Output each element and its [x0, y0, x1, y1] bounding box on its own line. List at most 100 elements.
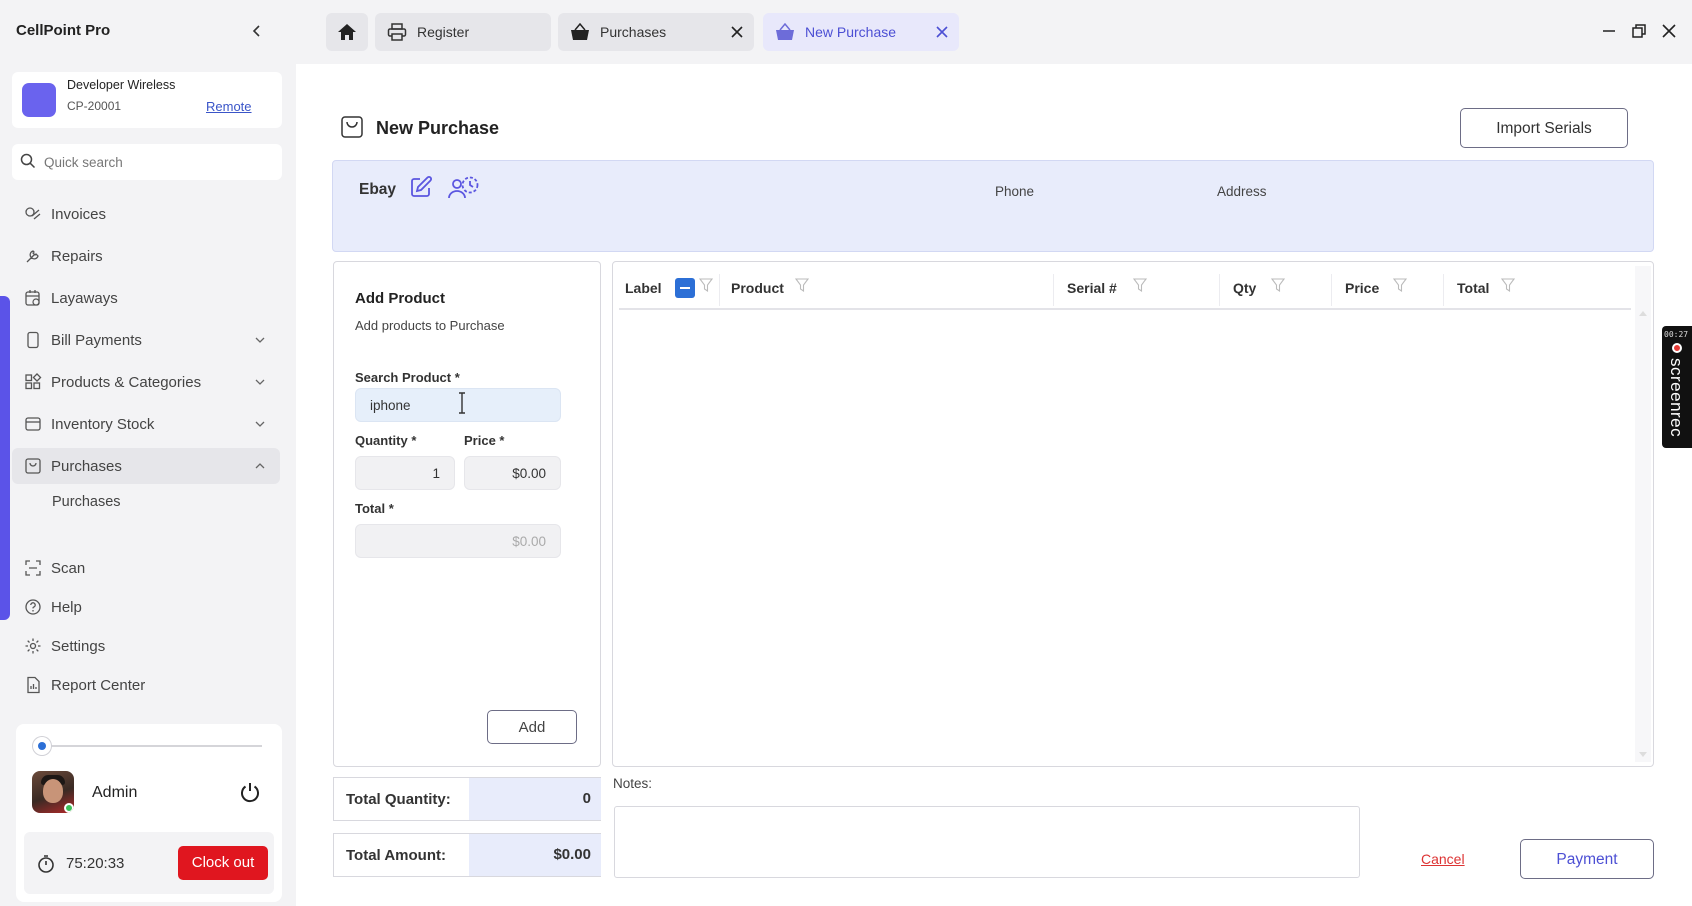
sidebar-item-bill-payments[interactable]: Bill Payments — [12, 322, 280, 358]
clock-row: 75:20:33 Clock out — [24, 832, 274, 894]
search-product-label: Search Product * — [355, 370, 460, 385]
import-serials-button[interactable]: Import Serials — [1460, 108, 1628, 148]
payment-button[interactable]: Payment — [1520, 839, 1654, 879]
invoice-icon — [25, 207, 41, 220]
sidebar-item-inventory-stock[interactable]: Inventory Stock — [12, 406, 280, 442]
slider-track — [42, 745, 262, 747]
bag-icon — [25, 458, 41, 474]
chevron-down-icon — [255, 379, 265, 385]
notes-textarea[interactable] — [614, 806, 1360, 878]
store-card: Developer Wireless CP-20001 Remote — [12, 72, 282, 128]
sidebar-item-report-center[interactable]: Report Center — [12, 667, 280, 703]
close-window-icon[interactable] — [1660, 22, 1678, 40]
select-all-checkbox[interactable] — [675, 278, 695, 298]
close-tab-icon[interactable] — [935, 25, 949, 39]
vendor-name: Ebay — [359, 181, 397, 198]
sidebar-item-label: Bill Payments — [51, 332, 142, 349]
grid-header: Label Product Serial # Qty Price Total — [619, 270, 1631, 310]
sidebar-subitem-purchases[interactable]: Purchases — [52, 494, 121, 510]
edit-icon[interactable] — [409, 175, 433, 199]
sidebar-item-label: Purchases — [51, 458, 122, 475]
basket-icon — [776, 23, 794, 40]
sidebar-item-purchases[interactable]: Purchases — [12, 448, 280, 484]
chevron-down-icon — [255, 337, 265, 343]
slider-knob[interactable] — [33, 737, 51, 755]
power-button[interactable] — [238, 780, 262, 804]
avatar[interactable] — [32, 771, 74, 813]
collapse-sidebar-button[interactable] — [248, 22, 266, 40]
minimize-icon[interactable] — [1600, 22, 1618, 40]
search-input[interactable] — [44, 150, 269, 174]
store-avatar — [22, 83, 56, 117]
column-header-label[interactable]: Label — [625, 280, 662, 296]
column-header-qty[interactable]: Qty — [1233, 280, 1256, 296]
home-tab[interactable] — [326, 13, 368, 51]
sidebar-item-invoices[interactable]: Invoices — [12, 196, 280, 232]
add-product-panel: Add Product Add products to Purchase Sea… — [333, 261, 601, 767]
remote-link[interactable]: Remote — [206, 99, 252, 114]
sidebar: CellPoint Pro Developer Wireless CP-2000… — [0, 0, 296, 906]
user-card: Admin 75:20:33 Clock out — [16, 724, 282, 902]
grid-scrollbar[interactable] — [1635, 266, 1651, 762]
total-quantity-value: 0 — [469, 778, 601, 820]
column-header-product[interactable]: Product — [731, 280, 784, 296]
main-content: New Purchase Import Serials Ebay Phone A… — [296, 64, 1692, 906]
add-button[interactable]: Add — [487, 710, 577, 744]
column-header-price[interactable]: Price — [1345, 280, 1379, 296]
text-cursor-icon — [459, 392, 465, 414]
notes-label: Notes: — [613, 776, 653, 791]
filter-icon[interactable] — [795, 278, 809, 292]
home-icon — [338, 24, 356, 40]
tab-label: Purchases — [600, 24, 667, 40]
scroll-down-icon[interactable] — [1639, 752, 1647, 758]
sidebar-item-scan[interactable]: Scan — [12, 550, 280, 586]
sidebar-item-help[interactable]: Help — [12, 589, 280, 625]
search-icon — [20, 153, 36, 169]
sidebar-item-label: Settings — [51, 638, 106, 655]
filter-icon[interactable] — [1133, 278, 1147, 292]
restore-icon[interactable] — [1630, 22, 1648, 40]
record-icon — [1672, 343, 1682, 353]
tab-purchases[interactable]: Purchases — [558, 13, 754, 51]
shift-timer: 75:20:33 — [66, 855, 125, 872]
close-tab-icon[interactable] — [730, 25, 744, 39]
quantity-input[interactable] — [355, 456, 455, 490]
chevron-up-icon — [255, 463, 265, 469]
price-input[interactable] — [464, 456, 561, 490]
vendor-phone: Phone — [995, 184, 1035, 199]
column-header-serial[interactable]: Serial # — [1067, 280, 1117, 296]
column-header-total[interactable]: Total — [1457, 280, 1489, 296]
tab-label: New Purchase — [805, 24, 897, 40]
tab-register[interactable]: Register — [375, 13, 551, 51]
box-icon — [25, 417, 41, 431]
sidebar-item-label: Layaways — [51, 290, 118, 307]
clock-out-button[interactable]: Clock out — [178, 846, 268, 880]
store-name: Developer Wireless — [67, 78, 176, 92]
sidebar-item-repairs[interactable]: Repairs — [12, 238, 280, 274]
filter-icon[interactable] — [699, 278, 713, 292]
cancel-link[interactable]: Cancel — [1421, 851, 1465, 867]
power-icon — [241, 783, 259, 803]
sidebar-item-products-categories[interactable]: Products & Categories — [12, 364, 280, 400]
vendor-panel: Ebay Phone Address — [332, 160, 1654, 252]
page-title: New Purchase — [376, 118, 500, 138]
scroll-up-icon[interactable] — [1639, 310, 1647, 316]
products-grid: Label Product Serial # Qty Price Total — [612, 261, 1654, 767]
filter-icon[interactable] — [1393, 278, 1407, 292]
total-amount-box: Total Amount: $0.00 — [333, 833, 601, 877]
recorder-time: 00:27 — [1664, 330, 1689, 339]
stopwatch-icon — [38, 855, 54, 873]
quick-search — [12, 144, 282, 180]
sidebar-item-label: Report Center — [51, 677, 146, 694]
sidebar-item-layaways[interactable]: Layaways — [12, 280, 280, 316]
filter-icon[interactable] — [1501, 278, 1515, 292]
grid-icon — [25, 373, 42, 390]
sidebar-item-settings[interactable]: Settings — [12, 628, 280, 664]
total-input — [355, 524, 561, 558]
user-history-icon[interactable] — [447, 173, 479, 201]
gear-icon — [25, 638, 41, 654]
screen-recorder-widget[interactable]: 00:27 screenrec — [1662, 326, 1692, 448]
filter-icon[interactable] — [1271, 278, 1285, 292]
calendar-clock-icon — [25, 290, 40, 306]
tab-new-purchase[interactable]: New Purchase — [763, 13, 959, 51]
